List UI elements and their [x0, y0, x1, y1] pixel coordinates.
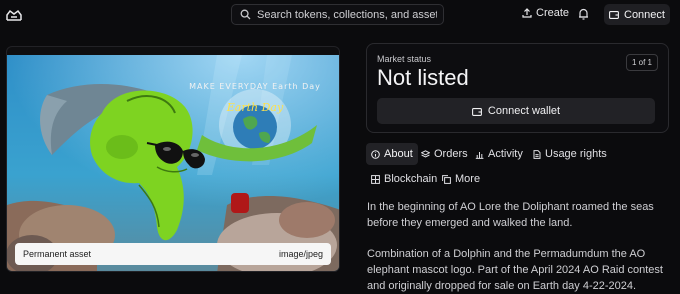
logo-icon[interactable] [5, 8, 23, 22]
connect-button[interactable]: Connect [604, 4, 670, 25]
permanent-asset-label: Permanent asset [23, 249, 92, 259]
connect-label: Connect [624, 8, 665, 21]
artwork-caption: MAKE EVERYDAY Earth Day [189, 82, 321, 91]
market-status-value: Not listed [377, 65, 469, 90]
tab-more[interactable]: More [437, 168, 485, 190]
tab-usage-rights[interactable]: Usage rights [528, 143, 612, 165]
bar-chart-icon [475, 150, 484, 159]
top-bar: Create Connect [0, 0, 680, 30]
mime-type-label: image/jpeg [278, 249, 323, 259]
tab-label: Activity [488, 148, 523, 160]
market-status-label: Market status [377, 54, 432, 64]
tab-label: More [455, 173, 481, 185]
asset-media-panel: MAKE EVERYDAY Earth Day Earth Day Perman… [6, 46, 340, 272]
grid-icon [371, 174, 380, 184]
document-icon [533, 149, 541, 159]
layers-icon [420, 149, 431, 159]
tab-about[interactable]: About [366, 143, 418, 165]
create-button[interactable]: Create [522, 7, 569, 19]
tab-label: Orders [434, 148, 468, 160]
asset-info-bar: Permanent asset image/jpeg [15, 243, 331, 265]
connect-wallet-label: Connect wallet [487, 105, 561, 117]
description-paragraph: In the beginning of AO Lore the Doliphan… [367, 201, 654, 229]
tab-label: About [384, 148, 413, 160]
info-icon [371, 149, 380, 159]
search-input[interactable] [257, 8, 437, 21]
wallet-icon [471, 107, 482, 116]
copy-icon [442, 174, 451, 184]
asset-artwork[interactable]: MAKE EVERYDAY Earth Day Earth Day [7, 55, 340, 272]
tab-orders[interactable]: Orders [416, 143, 473, 165]
asset-description: In the beginning of AO Lore the Doliphan… [367, 199, 672, 294]
tab-activity[interactable]: Activity [470, 143, 528, 165]
tab-label: Blockchain [384, 173, 438, 185]
search-icon [240, 9, 251, 20]
search-bar[interactable] [231, 4, 444, 25]
wallet-icon [609, 10, 619, 19]
create-label: Create [536, 7, 570, 19]
notification-icon[interactable] [578, 8, 589, 20]
tab-blockchain[interactable]: Blockchain [366, 168, 442, 190]
upload-icon [522, 8, 532, 18]
tab-label: Usage rights [545, 148, 607, 160]
description-paragraph: Combination of a Dolphin and the Permadu… [367, 248, 663, 292]
market-status-card: Market status Not listed 1 of 1 Connect … [366, 43, 669, 133]
edition-count-badge: 1 of 1 [625, 54, 658, 71]
svg-text:Earth Day: Earth Day [226, 101, 284, 114]
connect-wallet-button[interactable]: Connect wallet [377, 98, 655, 124]
